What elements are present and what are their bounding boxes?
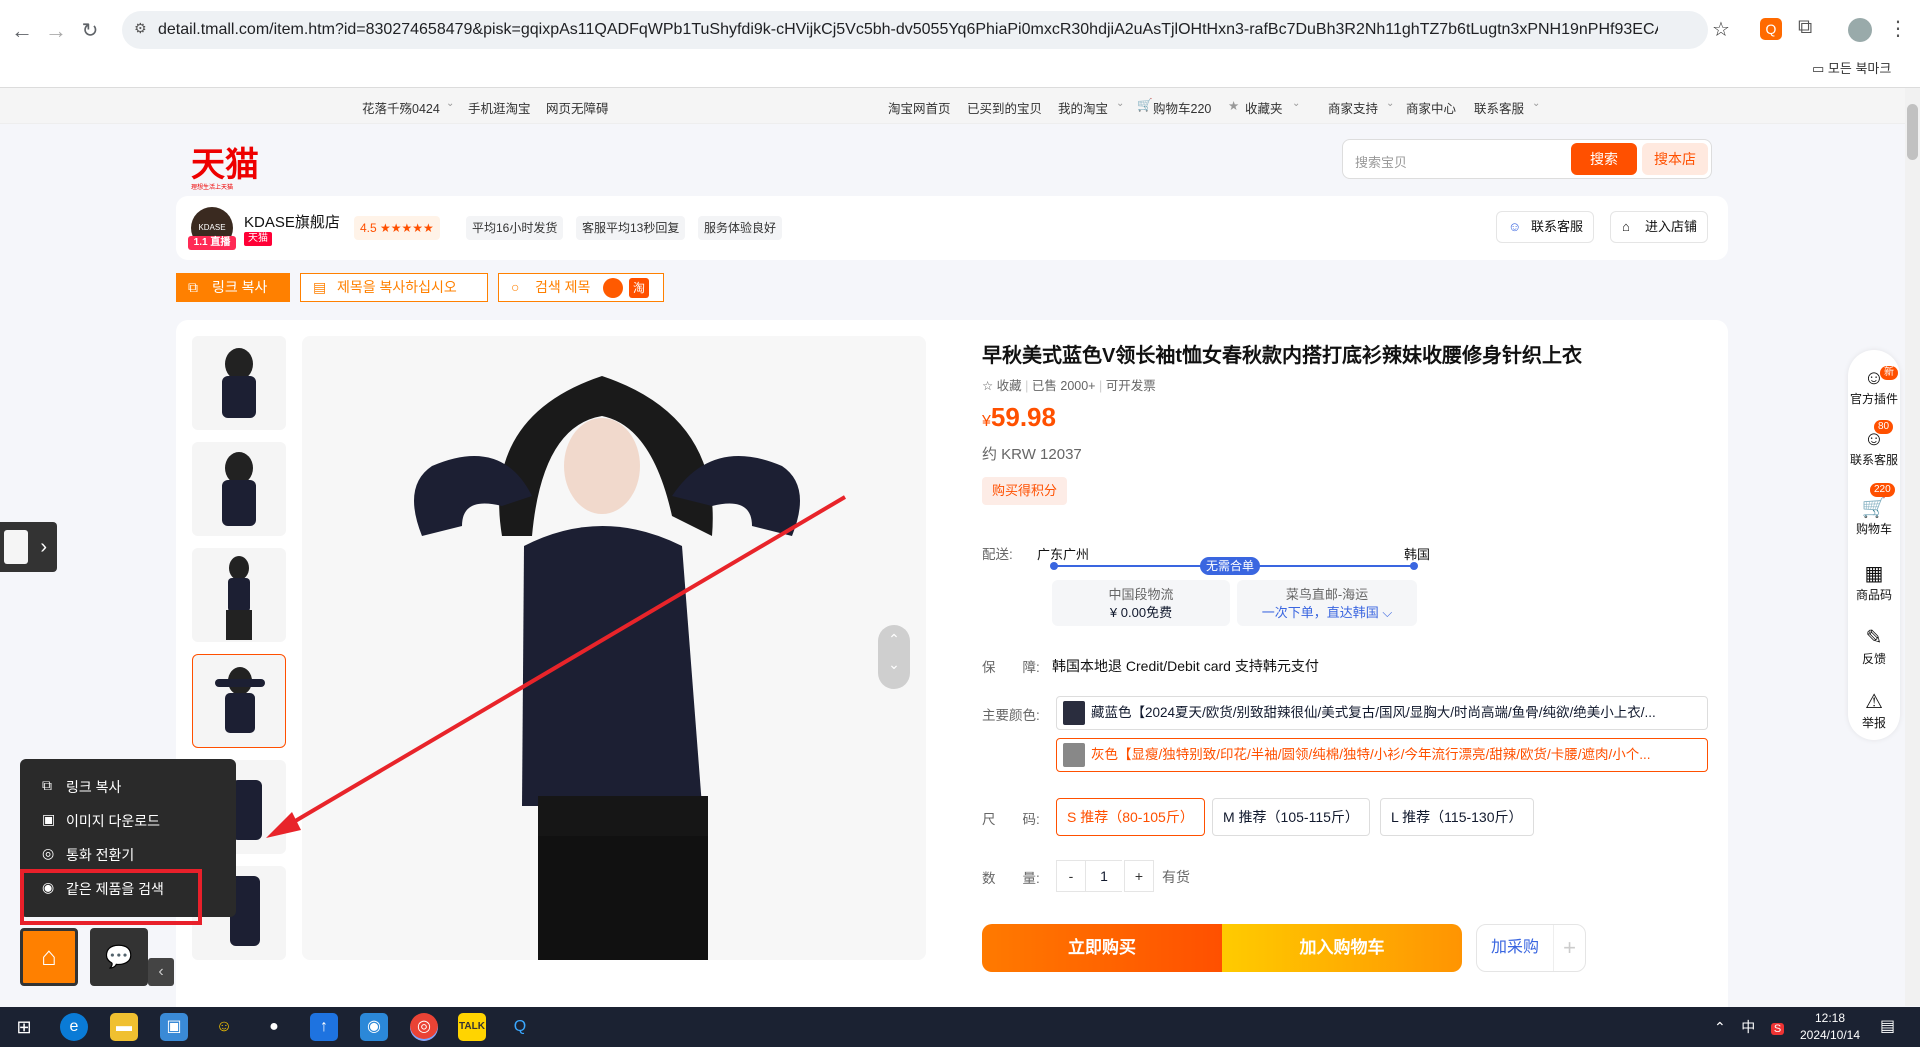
ship-from: 广东广州 — [1037, 547, 1090, 562]
home-icon: ⌂ — [41, 941, 57, 971]
app-icon[interactable]: ▣ — [160, 1013, 188, 1041]
ime-indicator[interactable]: 中 — [1741, 1019, 1755, 1035]
clock[interactable]: 12:18 2024/10/14 — [1798, 1010, 1862, 1044]
shipping-box-domestic: 中国段物流 ¥ 0.00免费 — [1052, 580, 1230, 626]
product-meta: ☆ 收藏 | 已售 2000+ | 可开发票 — [982, 379, 1156, 393]
chevron-up-icon[interactable]: ⌃ — [1714, 1019, 1726, 1035]
qty-input[interactable]: 1 — [1086, 860, 1122, 892]
side-expand-tab[interactable]: › — [0, 522, 57, 572]
favorite-link[interactable]: ☆ 收藏 — [982, 379, 1022, 393]
notification-icon[interactable]: ▤ — [1880, 1016, 1895, 1036]
cart-badge: 220 — [1870, 483, 1895, 497]
copy-icon: ⧉ — [42, 777, 52, 793]
qty-minus-button[interactable]: - — [1056, 860, 1086, 892]
sidebar-item-feedback[interactable]: ✎ 反馈 — [1848, 626, 1900, 667]
quantity-label: 数 量: — [982, 871, 1040, 886]
size-option[interactable]: L 推荐（115-130斤） — [1380, 798, 1534, 836]
price-krw: 约 KRW 12037 — [982, 446, 1082, 463]
app-icon[interactable]: ◉ — [360, 1013, 388, 1041]
invoice-info: 可开发票 — [1105, 379, 1156, 393]
taskbar — [0, 1007, 1920, 1047]
sogou-icon[interactable]: S — [1770, 1023, 1785, 1035]
guarantee-label: 保 障: — [982, 660, 1040, 675]
color-option-selected[interactable]: 灰色【显瘦/独特别致/印花/半袖/圆领/纯棉/独特/小衫/今年流行漂亮/甜辣/欧… — [1056, 738, 1708, 772]
color-option[interactable]: 藏蓝色【2024夏天/欧货/别致甜辣很仙/美式复古/国风/显胸大/时尚高端/鱼骨… — [1056, 696, 1708, 730]
page-scrollbar[interactable] — [1905, 88, 1920, 1006]
float-chat-button[interactable]: 💬 — [90, 928, 148, 986]
shipping-box-international[interactable]: 菜鸟直邮-海运 一次下单，直达韩国 ⌵ — [1237, 580, 1417, 626]
menu-download-image[interactable]: ▣ 이미지 다운로드 — [42, 811, 160, 831]
right-sidebar — [1848, 350, 1900, 740]
qrcode-icon: ▦ — [1864, 563, 1884, 585]
qq-icon[interactable]: ● — [260, 1013, 288, 1041]
shipping-tag: 无需合单 — [1200, 557, 1261, 575]
cart-icon: 🛒 — [1861, 497, 1887, 519]
menu-currency-converter[interactable]: ◎ 통화 전환기 — [42, 845, 134, 865]
chat-icon: 💬 — [105, 944, 133, 969]
product-title: 早秋美式蓝色V领长袖t恤女春秋款内搭打底衫辣妹收腰修身针织上衣 — [982, 345, 1582, 367]
qty-plus-button[interactable]: + — [1124, 860, 1154, 892]
route-dot — [1410, 562, 1418, 570]
windows-start-icon[interactable]: ⊞ — [10, 1013, 38, 1041]
service-badge: 80 — [1874, 420, 1894, 434]
color-swatch — [1063, 701, 1085, 725]
size-option-selected[interactable]: S 推荐（80-105斤） — [1056, 798, 1205, 836]
highlight-box — [20, 869, 202, 925]
add-to-cart-button[interactable]: 加入购物车 — [1222, 924, 1462, 972]
annotation-arrow — [266, 495, 847, 838]
stock-status: 有货 — [1162, 869, 1190, 885]
chevron-left-icon: ‹ — [158, 963, 164, 980]
sidebar-item-report[interactable]: ⚠ 举报 — [1848, 690, 1900, 731]
currency-icon: ◎ — [42, 845, 55, 861]
chrome-icon[interactable]: ◎ — [410, 1013, 438, 1041]
new-badge: 新 — [1880, 366, 1898, 380]
color-label: 主要颜色: — [982, 708, 1040, 723]
image-icon: ▣ — [42, 811, 56, 827]
folder-icon[interactable]: ▬ — [110, 1013, 138, 1041]
sidebar-item-qrcode[interactable]: ▦ 商品码 — [1848, 562, 1900, 603]
size-label: 尺 码: — [982, 812, 1040, 827]
edge-icon[interactable]: e — [60, 1013, 88, 1041]
search-app-icon[interactable]: Q — [506, 1013, 534, 1041]
app-icon[interactable]: ↑ — [310, 1013, 338, 1041]
guarantee-text: 韩国本地退 Credit/Debit card 支持韩元支付 — [1052, 658, 1319, 674]
chevron-right-icon: › — [40, 536, 47, 558]
sidebar-item-service[interactable]: ☺ 联系客服 — [1848, 427, 1900, 468]
thumbnail-icon — [4, 530, 28, 564]
points-badge: 购买得积分 — [982, 477, 1068, 505]
menu-copy-link[interactable]: ⧉ 링크 복사 — [42, 777, 121, 797]
ship-to: 韩国 — [1404, 547, 1431, 562]
system-tray[interactable]: ⌃ 中 S — [1714, 1017, 1785, 1037]
sold-count: 已售 2000+ — [1031, 379, 1096, 393]
sidebar-item-cart[interactable]: 🛒 购物车 — [1848, 496, 1900, 537]
report-icon: ⚠ — [1865, 691, 1883, 713]
add-purchase-button[interactable]: 加采购 + — [1476, 924, 1586, 972]
shipping-label: 配送: — [982, 547, 1013, 562]
plus-icon[interactable]: + — [1553, 925, 1585, 971]
color-swatch — [1063, 743, 1085, 767]
size-option[interactable]: M 推荐（105-115斤） — [1212, 798, 1370, 836]
buy-now-button[interactable]: 立即购买 — [982, 924, 1222, 972]
scrollbar-thumb[interactable] — [1907, 104, 1918, 160]
collapse-button[interactable]: ‹ — [148, 958, 174, 986]
kakaotalk-icon[interactable]: TALK — [458, 1013, 486, 1041]
app-icon[interactable]: ☺ — [210, 1013, 238, 1041]
route-dot — [1050, 562, 1058, 570]
feedback-icon: ✎ — [1865, 627, 1883, 649]
float-home-button[interactable]: ⌂ — [20, 928, 78, 986]
product-price: ¥59.98 — [982, 402, 1056, 432]
